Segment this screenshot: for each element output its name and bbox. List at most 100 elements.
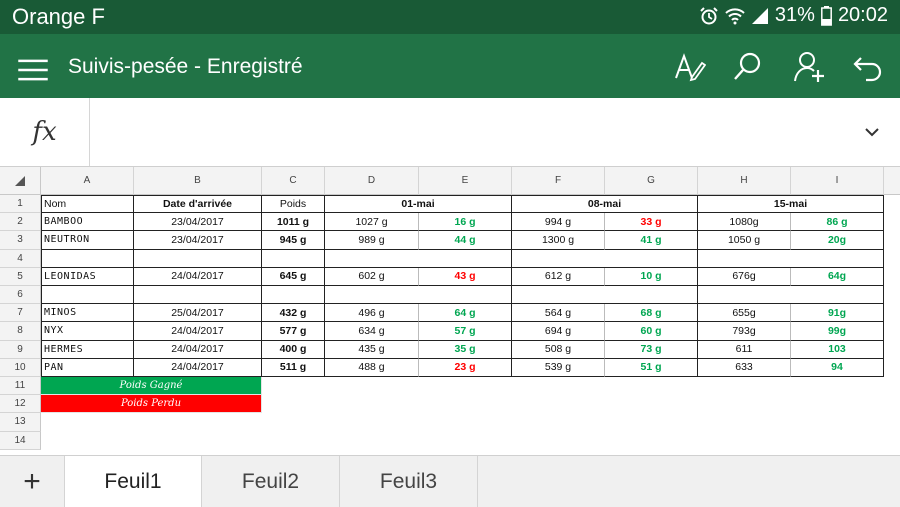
- cell-poids[interactable]: 645 g: [262, 267, 325, 286]
- cell-diff-08-mai[interactable]: 60 g: [605, 322, 698, 341]
- cell-weight-15-mai[interactable]: 1050 g: [698, 231, 791, 250]
- cell-weight-08-mai[interactable]: 564 g: [512, 304, 605, 323]
- cell-diff-15-mai[interactable]: 103: [791, 340, 884, 359]
- cell-poids[interactable]: 577 g: [262, 322, 325, 341]
- cell-diff-08-mai[interactable]: 33 g: [605, 213, 698, 232]
- cell-diff-08-mai[interactable]: 41 g: [605, 231, 698, 250]
- cell-name[interactable]: NEUTRON: [41, 231, 134, 250]
- empty-cell[interactable]: [41, 286, 134, 305]
- cell-poids[interactable]: 511 g: [262, 358, 325, 377]
- cell-weight-15-mai[interactable]: 793g: [698, 322, 791, 341]
- row-header-13[interactable]: 13: [0, 413, 41, 432]
- cell-weight-15-mai[interactable]: 633: [698, 358, 791, 377]
- row-header-8[interactable]: 8: [0, 322, 41, 341]
- cell-weight-01-mai[interactable]: 602 g: [325, 267, 419, 286]
- search-icon[interactable]: [731, 50, 765, 84]
- cell-diff-01-mai[interactable]: 43 g: [419, 267, 512, 286]
- column-header-h[interactable]: H: [698, 167, 791, 195]
- empty-cell[interactable]: [698, 286, 884, 305]
- cell-weight-01-mai[interactable]: 496 g: [325, 304, 419, 323]
- column-header-i[interactable]: I: [791, 167, 884, 195]
- row-header-11[interactable]: 11: [0, 377, 41, 396]
- cell-weight-08-mai[interactable]: 508 g: [512, 340, 605, 359]
- row-header-2[interactable]: 2: [0, 213, 41, 232]
- row-header-4[interactable]: 4: [0, 249, 41, 268]
- share-person-icon[interactable]: [792, 50, 826, 84]
- cell-poids[interactable]: 432 g: [262, 304, 325, 323]
- column-header-d[interactable]: D: [325, 167, 419, 195]
- row-header-7[interactable]: 7: [0, 304, 41, 323]
- formula-input[interactable]: [95, 98, 835, 166]
- cell-diff-15-mai[interactable]: 86 g: [791, 213, 884, 232]
- cell-weight-08-mai[interactable]: 694 g: [512, 322, 605, 341]
- cell-weight-01-mai[interactable]: 488 g: [325, 358, 419, 377]
- cell-diff-15-mai[interactable]: 20g: [791, 231, 884, 250]
- cell-name[interactable]: LEONIDAS: [41, 267, 134, 286]
- header-date-01-mai[interactable]: 01-mai: [325, 195, 512, 214]
- cell-weight-15-mai[interactable]: 1080g: [698, 213, 791, 232]
- column-header-overflow[interactable]: [884, 167, 900, 195]
- cell-date[interactable]: 23/04/2017: [134, 213, 262, 232]
- row-header-12[interactable]: 12: [0, 395, 41, 414]
- cell-date[interactable]: 23/04/2017: [134, 231, 262, 250]
- cell-poids[interactable]: 945 g: [262, 231, 325, 250]
- select-all-corner[interactable]: [0, 167, 41, 195]
- row-header-6[interactable]: 6: [0, 286, 41, 305]
- cell-diff-08-mai[interactable]: 10 g: [605, 267, 698, 286]
- row-header-5[interactable]: 5: [0, 267, 41, 286]
- tab-feuil1[interactable]: Feuil1: [64, 456, 202, 507]
- cell-diff-08-mai[interactable]: 73 g: [605, 340, 698, 359]
- cell-weight-01-mai[interactable]: 1027 g: [325, 213, 419, 232]
- row-header-9[interactable]: 9: [0, 340, 41, 359]
- cell-weight-08-mai[interactable]: 612 g: [512, 267, 605, 286]
- cell-date[interactable]: 24/04/2017: [134, 340, 262, 359]
- row-header-3[interactable]: 3: [0, 231, 41, 250]
- add-sheet-button[interactable]: +: [0, 456, 64, 507]
- column-header-e[interactable]: E: [419, 167, 512, 195]
- cell-diff-01-mai[interactable]: 64 g: [419, 304, 512, 323]
- column-header-c[interactable]: C: [262, 167, 325, 195]
- undo-icon[interactable]: [852, 50, 886, 84]
- cell-name[interactable]: NYX: [41, 322, 134, 341]
- cell-weight-15-mai[interactable]: 611: [698, 340, 791, 359]
- empty-cell[interactable]: [134, 286, 262, 305]
- empty-cell[interactable]: [262, 249, 325, 268]
- cell-date[interactable]: 24/04/2017: [134, 267, 262, 286]
- column-header-f[interactable]: F: [512, 167, 605, 195]
- row-header-10[interactable]: 10: [0, 358, 41, 377]
- cell-date[interactable]: 25/04/2017: [134, 304, 262, 323]
- header-poids[interactable]: Poids: [262, 195, 325, 214]
- cell-diff-01-mai[interactable]: 57 g: [419, 322, 512, 341]
- chevron-down-icon[interactable]: [862, 122, 882, 142]
- empty-cell[interactable]: [41, 249, 134, 268]
- empty-cell[interactable]: [512, 286, 698, 305]
- cell-name[interactable]: PAN: [41, 358, 134, 377]
- tab-feuil3[interactable]: Feuil3: [340, 456, 478, 507]
- edit-pen-icon[interactable]: [672, 50, 706, 84]
- cell-name[interactable]: BAMBOO: [41, 213, 134, 232]
- header-date-15-mai[interactable]: 15-mai: [698, 195, 884, 214]
- cell-diff-15-mai[interactable]: 94: [791, 358, 884, 377]
- menu-icon[interactable]: [16, 53, 50, 87]
- cell-diff-15-mai[interactable]: 91g: [791, 304, 884, 323]
- header-nom[interactable]: Nom: [41, 195, 134, 214]
- cell-diff-01-mai[interactable]: 16 g: [419, 213, 512, 232]
- cell-date[interactable]: 24/04/2017: [134, 358, 262, 377]
- column-header-b[interactable]: B: [134, 167, 262, 195]
- column-header-g[interactable]: G: [605, 167, 698, 195]
- cell-weight-01-mai[interactable]: 989 g: [325, 231, 419, 250]
- empty-cell[interactable]: [134, 249, 262, 268]
- cell-weight-08-mai[interactable]: 994 g: [512, 213, 605, 232]
- column-header-a[interactable]: A: [41, 167, 134, 195]
- header-date-08-mai[interactable]: 08-mai: [512, 195, 698, 214]
- cell-diff-08-mai[interactable]: 51 g: [605, 358, 698, 377]
- cell-weight-15-mai[interactable]: 655g: [698, 304, 791, 323]
- row-header-14[interactable]: 14: [0, 431, 41, 450]
- header-date[interactable]: Date d'arrivée: [134, 195, 262, 214]
- row-header-1[interactable]: 1: [0, 195, 41, 214]
- cell-diff-15-mai[interactable]: 99g: [791, 322, 884, 341]
- legend-weight-gained[interactable]: Poids Gagné: [41, 377, 262, 396]
- cell-weight-15-mai[interactable]: 676g: [698, 267, 791, 286]
- cell-date[interactable]: 24/04/2017: [134, 322, 262, 341]
- cell-poids[interactable]: 1011 g: [262, 213, 325, 232]
